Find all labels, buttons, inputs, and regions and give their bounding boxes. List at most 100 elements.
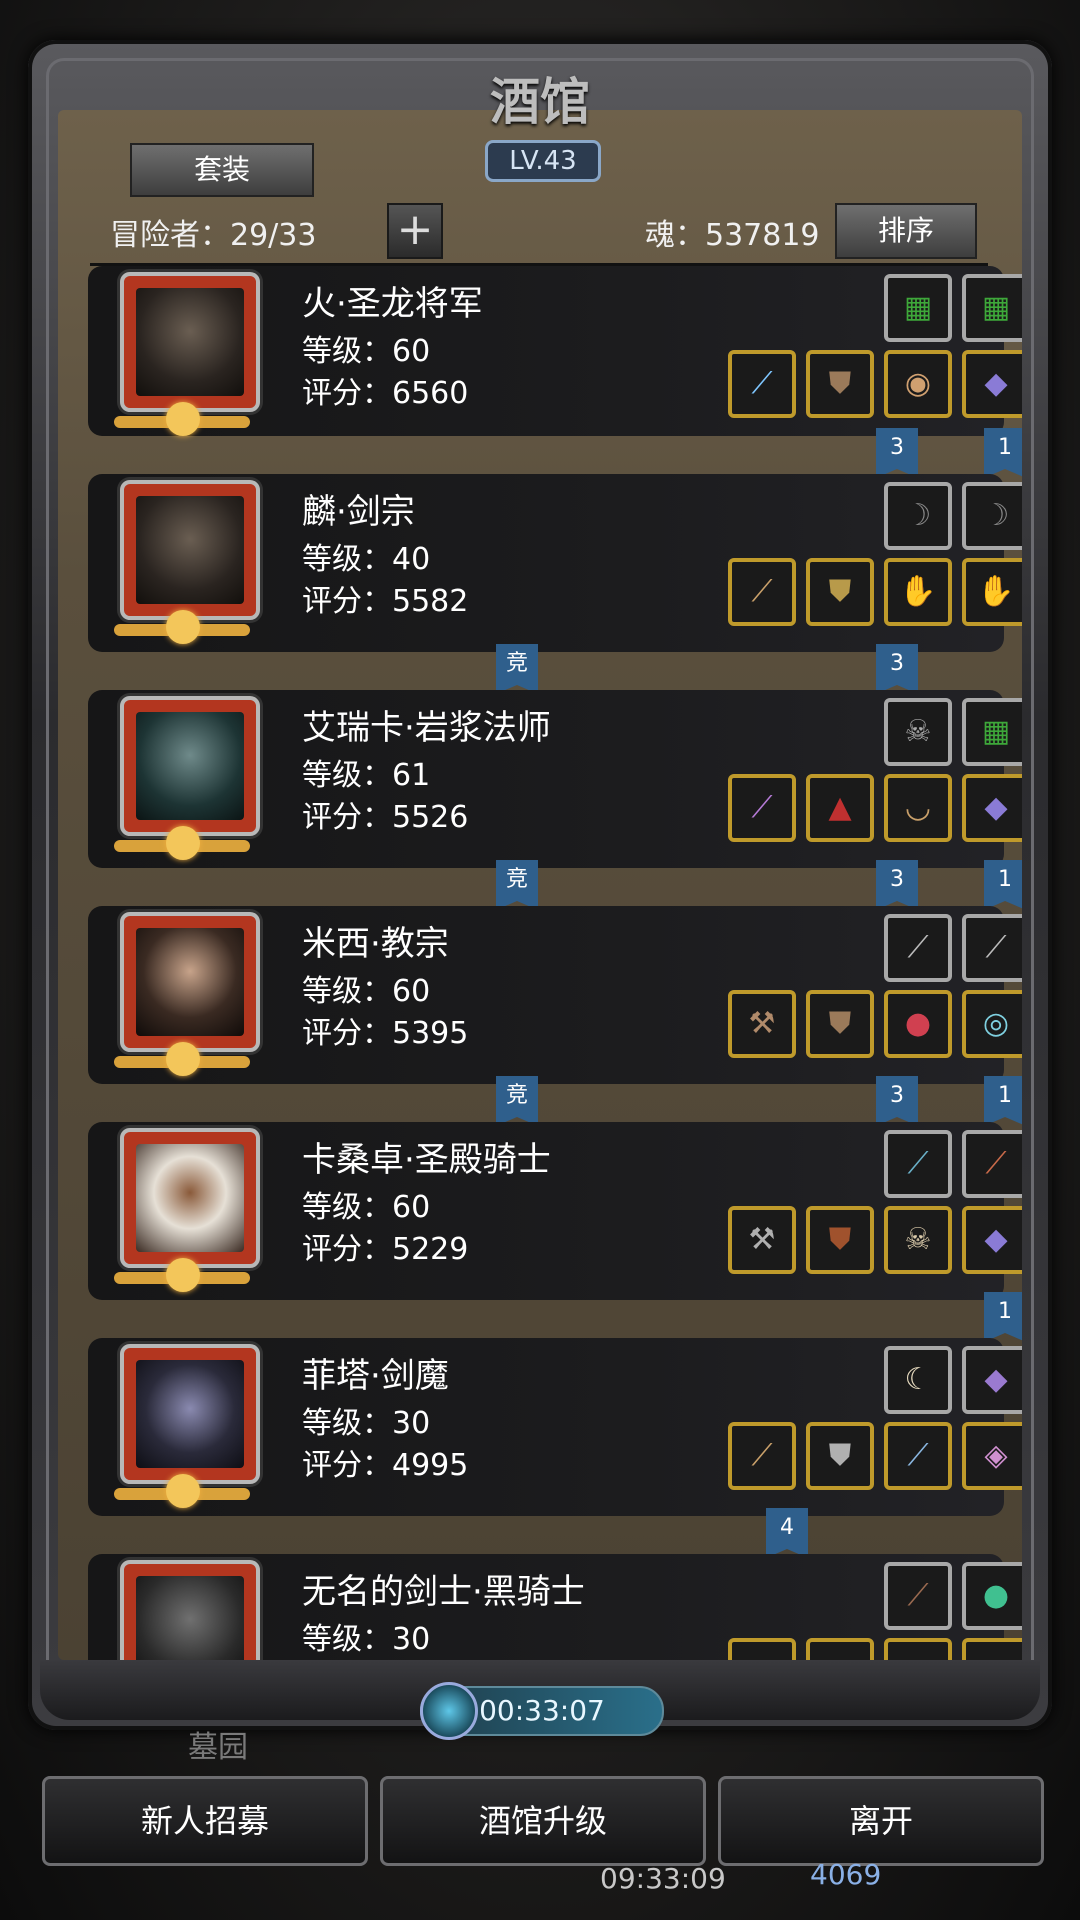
leave-button[interactable]: 离开 [718, 1776, 1044, 1866]
bracer-icon[interactable]: ⟋ [962, 1130, 1022, 1198]
ribbon-badge: 1 [984, 428, 1022, 478]
moon-icon [166, 402, 200, 436]
hero-name: 菲塔·剑魔 [302, 1356, 449, 1396]
hero-score: 评分：5582 [302, 584, 469, 619]
skull-mask-icon[interactable]: ☠ [884, 1206, 952, 1274]
wand-icon[interactable]: ⟋ [728, 774, 796, 842]
sort-button[interactable]: 排序 [835, 203, 977, 259]
blade-icon[interactable]: ⟋ [884, 1422, 952, 1490]
hero-card[interactable]: 菲塔·剑魔 等级：30 评分：4995 ☾ ◆ ⟋ ⛊ ⟋ ◈ [88, 1338, 1022, 1516]
ribbon-badge: 3 [876, 644, 918, 694]
feather-icon[interactable]: ⟋ [884, 914, 952, 982]
hero-portrait [120, 696, 260, 836]
hero-score: 评分：6560 [302, 376, 469, 411]
amulet-icon[interactable]: ◉ [884, 350, 952, 418]
moon-icon [166, 1474, 200, 1508]
soul-currency: 魂：537819 [645, 218, 820, 253]
crystal-icon[interactable]: ◆ [962, 1346, 1022, 1414]
hero-name: 卡桑卓·圣殿骑士 [302, 1140, 551, 1180]
set-button[interactable]: 套装 [130, 143, 314, 197]
claw-icon[interactable]: ☽ [962, 482, 1022, 550]
claw-icon[interactable]: ☽ [884, 482, 952, 550]
emerald-icon[interactable]: ● [962, 1562, 1022, 1630]
ribbon-badge: 竞 [496, 644, 538, 694]
hero-portrait [120, 480, 260, 620]
hero-portrait [120, 272, 260, 412]
game-clock: 09:33:09 [600, 1862, 726, 1895]
hero-level: 等级：60 [302, 974, 431, 1009]
hero-score: 评分：5229 [302, 1232, 469, 1267]
rune-icon[interactable]: ▦ [884, 274, 952, 342]
moon-icon [166, 1042, 200, 1076]
hero-card[interactable]: 卡桑卓·圣殿骑士 等级：60 评分：5229 ⟋ ⟋ ⚒ ⛊ ☠ ◆ [88, 1122, 1022, 1300]
hero-level: 等级：60 [302, 334, 431, 369]
bracer-icon[interactable]: ⟋ [884, 1130, 952, 1198]
orb-icon[interactable]: ● [884, 990, 952, 1058]
boot-icon[interactable]: ⟋ [884, 1562, 952, 1630]
hero-portrait [120, 1344, 260, 1484]
gauntlet-icon[interactable]: ✋ [962, 558, 1022, 626]
hero-portrait [120, 912, 260, 1052]
armor-icon[interactable]: ⛊ [806, 558, 874, 626]
hood-icon[interactable]: ▲ [806, 774, 874, 842]
page-title: 酒馆 [490, 73, 590, 131]
ring-icon[interactable]: ◎ [962, 990, 1022, 1058]
gauntlet-icon[interactable]: ✋ [884, 558, 952, 626]
moon-icon [166, 610, 200, 644]
ribbon-badge: 1 [984, 1076, 1022, 1126]
hammer-icon[interactable]: ⚒ [728, 990, 796, 1058]
feather-icon[interactable]: ⟋ [962, 914, 1022, 982]
hero-list[interactable]: 火·圣龙将军 等级：60 评分：6560 ▦ ▦ ⟋ ⛊ ◉ ◆ 3 1 麟·剑… [58, 266, 1022, 1662]
hero-card[interactable]: 无名的剑士·黑骑士 等级：30 ⟋ ● [88, 1554, 1022, 1662]
mask-icon[interactable]: ☠ [884, 698, 952, 766]
hero-level: 等级：40 [302, 542, 431, 577]
hero-card[interactable]: 米西·教宗 等级：60 评分：5395 ⟋ ⟋ ⚒ ⛊ ● ◎ [88, 906, 1022, 1084]
hero-level: 等级：61 [302, 758, 431, 793]
add-slot-button[interactable]: + [387, 203, 443, 259]
recruit-button[interactable]: 新人招募 [42, 1776, 368, 1866]
clock-icon [420, 1682, 478, 1740]
hero-card[interactable]: 麟·剑宗 等级：40 评分：5582 ☽ ☽ ⟋ ⛊ ✋ ✋ [88, 474, 1022, 652]
equip-slot-icon[interactable] [806, 1638, 874, 1662]
hero-score: 评分：4995 [302, 1448, 469, 1483]
armor-icon[interactable]: ⛊ [806, 990, 874, 1058]
gem-icon[interactable]: ◆ [962, 1206, 1022, 1274]
upgrade-tavern-button[interactable]: 酒馆升级 [380, 1776, 706, 1866]
ribbon-badge: 竞 [496, 1076, 538, 1126]
ribbon-badge: 4 [766, 1508, 808, 1558]
hero-name: 麟·剑宗 [302, 492, 415, 532]
horn-icon[interactable]: ☾ [884, 1346, 952, 1414]
gem-icon[interactable]: ◆ [962, 350, 1022, 418]
hero-level: 等级：30 [302, 1406, 431, 1441]
equip-slot-icon[interactable] [884, 1638, 952, 1662]
equip-slot-icon[interactable] [962, 1638, 1022, 1662]
hero-score: 评分：5526 [302, 800, 469, 835]
hero-level: 等级：30 [302, 1622, 431, 1657]
tavern-level-badge: LV.43 [485, 140, 601, 182]
ribbon-badge: 3 [876, 428, 918, 478]
moon-icon [166, 1258, 200, 1292]
hero-level: 等级：60 [302, 1190, 431, 1225]
spear-icon[interactable]: ⟋ [728, 350, 796, 418]
hero-score: 评分：5395 [302, 1016, 469, 1051]
hero-name: 米西·教宗 [302, 924, 449, 964]
armor-icon[interactable]: ⛊ [806, 1422, 874, 1490]
staff-icon[interactable]: ⟋ [728, 558, 796, 626]
hero-name: 艾瑞卡·岩浆法师 [302, 708, 551, 748]
axe-icon[interactable]: ⚒ [728, 1206, 796, 1274]
gem-count: 4069 [810, 1858, 882, 1891]
equip-slot-icon[interactable] [728, 1638, 796, 1662]
hero-card[interactable]: 火·圣龙将军 等级：60 评分：6560 ▦ ▦ ⟋ ⛊ ◉ ◆ [88, 266, 1022, 436]
rune-icon[interactable]: ▦ [962, 698, 1022, 766]
armor-icon[interactable]: ⛊ [806, 1206, 874, 1274]
necklace-icon[interactable]: ◡ [884, 774, 952, 842]
rune-stone-icon[interactable]: ◈ [962, 1422, 1022, 1490]
armor-icon[interactable]: ⛊ [806, 350, 874, 418]
ribbon-badge: 1 [984, 860, 1022, 910]
rune-icon[interactable]: ▦ [962, 274, 1022, 342]
staff-icon[interactable]: ⟋ [728, 1422, 796, 1490]
hero-name: 火·圣龙将军 [302, 284, 483, 324]
hero-card[interactable]: 艾瑞卡·岩浆法师 等级：61 评分：5526 ☠ ▦ ⟋ ▲ ◡ ◆ [88, 690, 1022, 868]
ribbon-badge: 3 [876, 1076, 918, 1126]
gem-icon[interactable]: ◆ [962, 774, 1022, 842]
